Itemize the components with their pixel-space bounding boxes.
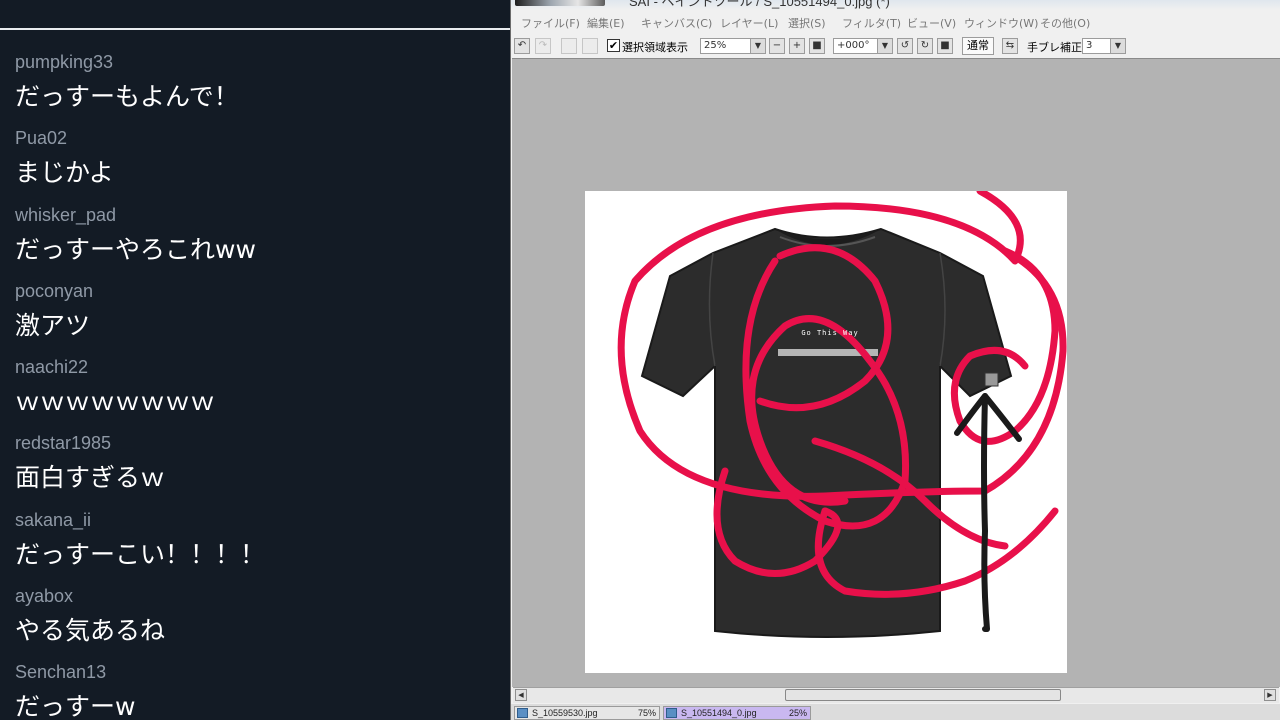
canvas-drawing — [617, 191, 1067, 638]
chat-text: だっすーやろこれww — [15, 234, 256, 264]
redo-button[interactable]: ↷ — [535, 38, 551, 54]
file-tab[interactable]: S_10559530.jpg 75% — [514, 706, 660, 720]
stabilizer-value: 3 — [1086, 40, 1093, 51]
file-tab-name: S_10551494_0.jpg — [681, 708, 757, 718]
chat-text: だっすーこい！！！！ — [15, 539, 266, 569]
file-tab-zoom: 25% — [788, 708, 807, 718]
chat-username: whisker_pad — [15, 204, 117, 225]
menu-layer[interactable]: レイヤー(L) — [720, 15, 778, 31]
chat-text: だっすーw — [15, 692, 136, 720]
chat-message: sakana_ii だっすーこい！！！！ — [15, 508, 505, 584]
zoom-value: 25% — [704, 40, 727, 51]
chat-message: ayabox やる気あるね — [15, 584, 505, 660]
scroll-left-button[interactable]: ◀ — [515, 689, 527, 701]
file-tab-zoom: 75% — [637, 708, 656, 718]
chat-text: ｗｗｗｗｗｗｗｗ — [15, 387, 216, 417]
menu-file[interactable]: ファイル(F) — [521, 15, 580, 31]
chat-text: だっすーもよんで！ — [15, 82, 239, 111]
chat-text: 激アツ — [15, 310, 91, 340]
chat-message: pumpking33 だっすーもよんで！ — [15, 50, 505, 126]
canvas-area[interactable]: Go This Way — [512, 58, 1280, 687]
selection-display-label: 選択領域表示 — [622, 41, 688, 54]
file-tab-name: S_10559530.jpg — [532, 708, 598, 718]
chat-username: Pua02 — [15, 128, 68, 149]
chat-divider — [0, 28, 510, 30]
scrollbar-thumb[interactable] — [785, 689, 1061, 701]
chevron-down-icon: ▼ — [1110, 39, 1125, 53]
chat-username: Senchan13 — [15, 662, 107, 683]
title-bar: SAI - ペイントツール / S_10551494_0.jpg (*) — [511, 0, 1280, 10]
chat-message: Senchan13 だっすーw — [15, 660, 505, 720]
zoom-select[interactable]: 25% ▼ — [700, 38, 766, 54]
chat-message: naachi22 ｗｗｗｗｗｗｗｗ — [15, 355, 505, 431]
stabilizer-select[interactable]: 3 ▼ — [1082, 38, 1126, 54]
scroll-right-button[interactable]: ▶ — [1264, 689, 1276, 701]
rotate-reset-button[interactable]: ■ — [937, 38, 953, 54]
chat-text: 面白すぎるｗ — [15, 463, 166, 493]
tshirt-print-text: Go This Way — [801, 329, 859, 337]
chat-text: やる気あるね — [15, 616, 166, 646]
chevron-down-icon: ▼ — [750, 39, 765, 53]
deselect-button[interactable] — [561, 38, 577, 54]
chat-username: poconyan — [15, 280, 94, 301]
chat-message: Pua02 まじかよ — [15, 126, 505, 202]
rotate-left-button[interactable]: ↺ — [897, 38, 913, 54]
rotation-select[interactable]: +000° ▼ — [833, 38, 893, 54]
menu-view[interactable]: ビュー(V) — [907, 15, 956, 31]
toolbar: ↶ ↷ ✔ 選択領域表示 25% ▼ − + ■ +000° ▼ ↺ ↻ ■ 通… — [511, 35, 1280, 57]
window-title: SAI - ペイントツール / S_10551494_0.jpg (*) — [629, 0, 890, 9]
zoom-out-button[interactable]: − — [769, 38, 785, 54]
menu-bar: ファイル(F) 編集(E) キャンバス(C) レイヤー(L) 選択(S) フィル… — [511, 12, 1280, 32]
chat-username: ayabox — [15, 586, 74, 607]
file-tabs: S_10559530.jpg 75% S_10551494_0.jpg 25% — [511, 704, 1280, 720]
invert-selection-button[interactable] — [582, 38, 598, 54]
menu-select[interactable]: 選択(S) — [788, 15, 826, 31]
menu-other[interactable]: その他(O) — [1040, 15, 1090, 31]
image-file-icon — [666, 708, 677, 718]
chat-message-list: pumpking33 だっすーもよんで！ Pua02 まじかよ whisker_… — [15, 50, 505, 720]
file-tab-active[interactable]: S_10551494_0.jpg 25% — [663, 706, 811, 720]
chat-panel: pumpking33 だっすーもよんで！ Pua02 まじかよ whisker_… — [0, 0, 510, 720]
chat-username: sakana_ii — [15, 509, 92, 530]
menu-canvas[interactable]: キャンバス(C) — [641, 15, 712, 31]
menu-filter[interactable]: フィルタ(T) — [842, 15, 901, 31]
image-file-icon — [517, 708, 528, 718]
zoom-reset-button[interactable]: ■ — [809, 38, 825, 54]
menu-window[interactable]: ウィンドウ(W) — [964, 15, 1038, 31]
chat-message: redstar1985 面白すぎるｗ — [15, 431, 505, 507]
selection-display-checkbox[interactable]: ✔ — [607, 39, 620, 52]
sai-window: SAI - ペイントツール / S_10551494_0.jpg (*) ファイ… — [510, 0, 1280, 720]
chat-message: whisker_pad だっすーやろこれww — [15, 203, 505, 279]
rotation-value: +000° — [837, 40, 870, 51]
chat-text: まじかよ — [15, 158, 114, 188]
horizontal-scrollbar[interactable]: ◀ ▶ — [513, 687, 1279, 703]
sleeve-logo-icon — [984, 372, 999, 387]
chat-username: naachi22 — [15, 357, 89, 378]
chevron-down-icon: ▼ — [877, 39, 892, 53]
menu-edit[interactable]: 編集(E) — [587, 15, 625, 31]
blend-mode-button[interactable]: 通常 — [962, 37, 994, 55]
image-canvas[interactable]: Go This Way — [585, 191, 1067, 673]
zoom-in-button[interactable]: + — [789, 38, 805, 54]
flip-horizontal-button[interactable]: ⇆ — [1002, 38, 1018, 54]
undo-button[interactable]: ↶ — [514, 38, 530, 54]
stabilizer-label: 手ブレ補正 — [1027, 41, 1082, 54]
rotate-right-button[interactable]: ↻ — [917, 38, 933, 54]
chat-message: poconyan 激アツ — [15, 279, 505, 355]
sai-logo-icon — [515, 0, 605, 6]
chat-username: redstar1985 — [15, 433, 112, 454]
chat-username: pumpking33 — [15, 52, 114, 72]
